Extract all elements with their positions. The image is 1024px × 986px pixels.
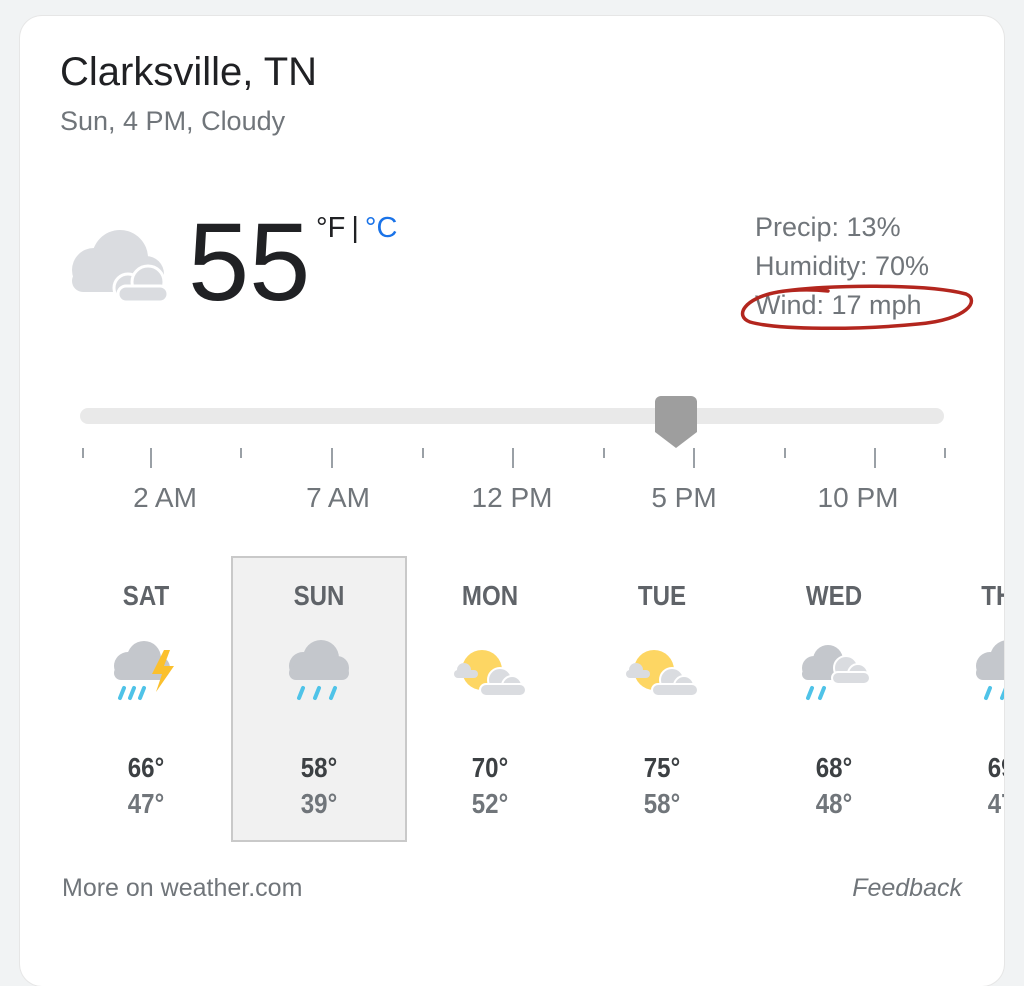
low-temp: 47° xyxy=(127,788,165,819)
forecast-day-sun[interactable]: SUN 58° 39° xyxy=(231,556,407,842)
unit-separator: | xyxy=(351,212,359,244)
tick-major xyxy=(150,448,152,468)
day-name: SAT xyxy=(122,580,170,611)
forecast-day-wed[interactable]: WED 68° 48° xyxy=(746,556,922,842)
day-name: WED xyxy=(805,580,863,611)
tick-major xyxy=(512,448,514,468)
slider-thumb[interactable] xyxy=(655,396,698,453)
fahrenheit-unit[interactable]: °F xyxy=(316,212,345,244)
tick-major xyxy=(331,448,333,468)
low-temp: 39° xyxy=(300,788,338,819)
unit-switch: °F | °C xyxy=(316,212,397,245)
tick-minor xyxy=(603,448,605,458)
hour-label: 10 PM xyxy=(817,482,899,513)
high-temp: 75° xyxy=(643,752,681,783)
rain-icon xyxy=(279,640,359,715)
tick-major xyxy=(874,448,876,468)
tick-minor xyxy=(422,448,424,458)
cloudy-icon xyxy=(64,226,174,311)
low-temp: 58° xyxy=(643,788,681,819)
day-name: TUE xyxy=(637,580,687,611)
thunderstorm-rain-icon xyxy=(106,640,186,715)
forecast-day-mon[interactable]: MON 70° 52° xyxy=(402,556,578,842)
high-temp: 58° xyxy=(300,752,338,783)
partly-cloudy-icon xyxy=(450,640,530,715)
hour-label: 2 AM xyxy=(133,482,197,513)
day-name: SUN xyxy=(293,580,345,611)
high-temp: 66° xyxy=(127,752,165,783)
hour-label: 12 PM xyxy=(471,482,553,513)
hourly-slider-track[interactable] xyxy=(80,408,944,424)
hour-label: 5 PM xyxy=(651,482,717,513)
forecast-day-thu[interactable]: THU 69° 47° xyxy=(918,556,1004,842)
day-name: MON xyxy=(461,580,519,611)
feedback-link[interactable]: Feedback xyxy=(852,874,962,903)
high-temp: 70° xyxy=(471,752,509,783)
low-temp: 52° xyxy=(471,788,509,819)
tick-minor xyxy=(240,448,242,458)
partly-cloudy-icon xyxy=(622,640,702,715)
current-temperature: 55 xyxy=(188,201,311,324)
hour-ticks xyxy=(80,448,950,472)
forecast-day-sat[interactable]: SAT 66° 47° xyxy=(58,556,234,842)
red-annotation-circle xyxy=(738,284,978,339)
tick-minor xyxy=(82,448,84,458)
location-title: Clarksville, TN xyxy=(60,50,318,94)
current-conditions-subtitle: Sun, 4 PM, Cloudy xyxy=(60,106,286,136)
high-temp: 68° xyxy=(815,752,853,783)
humidity-stat: Humidity: 70% xyxy=(755,251,930,281)
more-on-weather-link[interactable]: More on weather.com xyxy=(62,874,302,903)
low-temp: 47° xyxy=(987,788,1004,819)
clouds-rain-icon xyxy=(794,640,874,715)
precip-stat: Precip: 13% xyxy=(755,212,901,242)
high-temp: 69° xyxy=(987,752,1004,783)
weather-card: Clarksville, TN Sun, 4 PM, Cloudy 55 °F |… xyxy=(20,16,1004,986)
day-name: THU xyxy=(981,580,1004,611)
tick-minor xyxy=(944,448,946,458)
rain-icon xyxy=(966,640,1004,715)
celsius-unit-link[interactable]: °C xyxy=(365,212,398,244)
tick-major xyxy=(693,448,695,468)
low-temp: 48° xyxy=(815,788,853,819)
tick-minor xyxy=(784,448,786,458)
forecast-day-tue[interactable]: TUE 75° 58° xyxy=(574,556,750,842)
hour-label: 7 AM xyxy=(306,482,370,513)
